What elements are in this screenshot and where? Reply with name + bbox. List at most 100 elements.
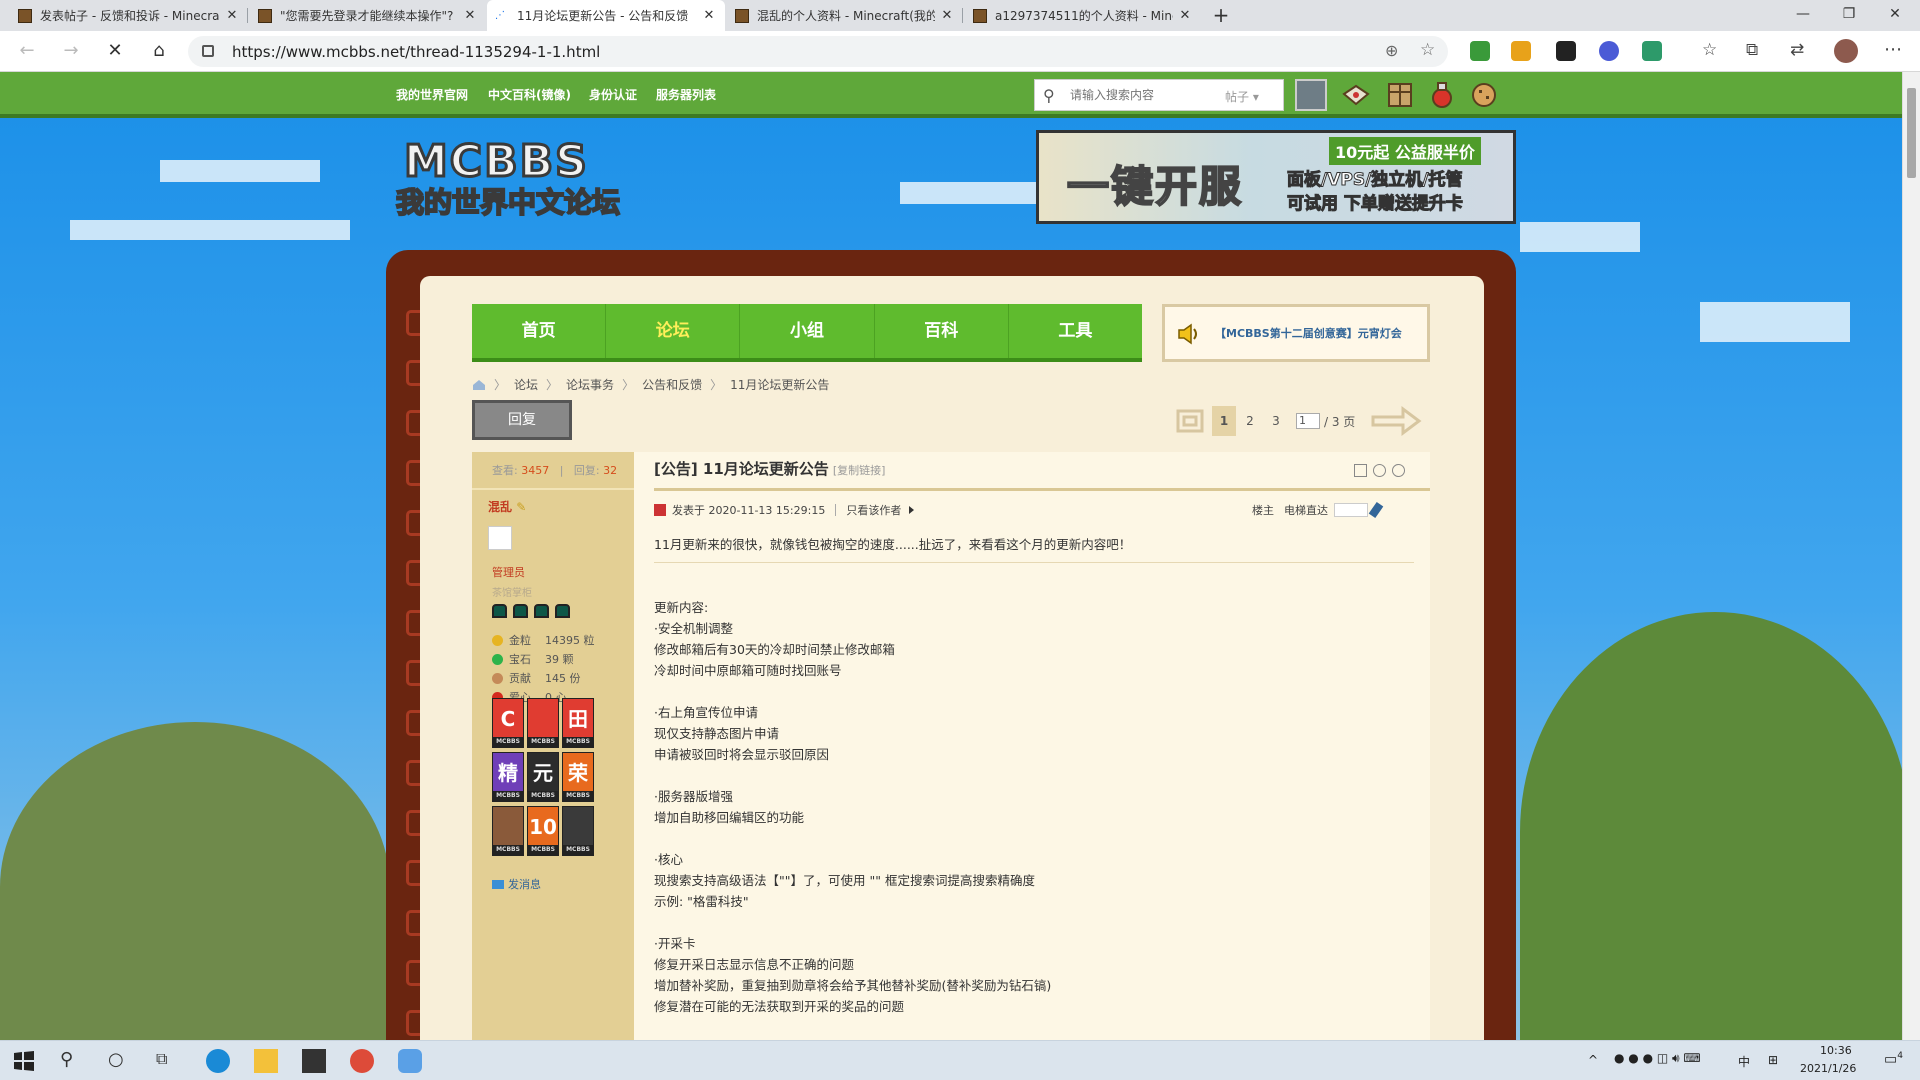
favorite-star-icon[interactable]: ☆	[1420, 40, 1435, 60]
tab-close-icon[interactable]: ✕	[462, 8, 478, 23]
medal-badge[interactable]: 精 MCBBS	[492, 752, 524, 802]
browser-tab-active[interactable]: ⋰ 11月论坛更新公告 - 公告和反馈 ✕	[487, 0, 725, 31]
cortana-icon[interactable]: ○	[108, 1049, 132, 1073]
author-group[interactable]: 管理员	[492, 564, 525, 580]
input-method[interactable]: 中	[1738, 1053, 1750, 1070]
url-bar[interactable]: https://www.mcbbs.net/thread-1135294-1-1…	[188, 36, 1448, 67]
breadcrumb-item[interactable]: 11月论坛更新公告	[730, 376, 829, 393]
medal-badge[interactable]: C MCBBS	[492, 698, 524, 748]
author-name[interactable]: 混乱 ✎	[488, 498, 526, 515]
main-nav-home[interactable]: 首页	[472, 304, 607, 358]
medal-badge[interactable]: 元 MCBBS	[527, 752, 559, 802]
author-avatar[interactable]	[488, 526, 512, 550]
minimize-button[interactable]: —	[1780, 0, 1826, 31]
nav-link[interactable]: 身份认证	[589, 86, 637, 103]
only-author-link[interactable]: 只看该作者	[846, 502, 901, 518]
extension-icon[interactable]	[1511, 41, 1531, 61]
task-view-icon[interactable]: ⧉	[156, 1049, 180, 1073]
medal-badge[interactable]: 荣 MCBBS	[562, 752, 594, 802]
notification-center-icon[interactable]: ▭4	[1884, 1051, 1903, 1068]
prev-thread-icon[interactable]	[1373, 464, 1386, 477]
reply-button[interactable]: 回复	[472, 400, 572, 440]
main-nav-wiki[interactable]: 百科	[875, 304, 1009, 358]
extension-icon[interactable]	[1599, 41, 1619, 61]
app-icon[interactable]	[398, 1049, 422, 1073]
store-icon[interactable]	[302, 1049, 326, 1073]
favorites-icon[interactable]: ☆	[1702, 40, 1717, 60]
file-explorer-icon[interactable]	[254, 1049, 278, 1073]
crafting-table-icon[interactable]	[1384, 80, 1416, 110]
nav-link[interactable]: 服务器列表	[656, 86, 716, 103]
tray-arrow-icon[interactable]: ^	[1588, 1053, 1598, 1067]
windows-start-icon[interactable]	[12, 1049, 36, 1073]
extension-icon[interactable]	[1556, 41, 1576, 61]
ime-mode-icon[interactable]: ⊞	[1768, 1053, 1778, 1067]
close-window-button[interactable]: ✕	[1872, 0, 1918, 31]
add-site-icon[interactable]: ⊕	[1385, 41, 1398, 60]
share-icon[interactable]: ⇄	[1790, 40, 1804, 60]
jump-go-icon[interactable]	[1368, 501, 1384, 519]
extension-icon[interactable]	[1470, 41, 1490, 61]
tab-close-icon[interactable]: ✕	[939, 8, 955, 23]
breadcrumb-item[interactable]: 公告和反馈	[642, 376, 702, 393]
collections-icon[interactable]: ⧉	[1746, 40, 1758, 60]
tray-icons[interactable]: ● ● ● ◫ 🔊︎ ⌨	[1614, 1051, 1701, 1066]
search-button[interactable]	[1295, 79, 1327, 111]
chrome-icon[interactable]	[350, 1049, 374, 1073]
medal-badge[interactable]: 10 MCBBS	[527, 806, 559, 856]
nav-link[interactable]: 中文百科(镜像)	[488, 86, 571, 103]
main-nav-forum[interactable]: 论坛	[606, 304, 741, 358]
cookie-icon[interactable]	[1468, 80, 1500, 110]
page-link-current[interactable]: 1	[1212, 406, 1236, 436]
main-nav-groups[interactable]: 小组	[740, 304, 875, 358]
extension-icon[interactable]	[1642, 41, 1662, 61]
clock-time[interactable]: 10:36	[1820, 1044, 1852, 1057]
ad-banner[interactable]: 一键开服 10元起 公益服半价 面板/VPS/独立机/托管 可试用 下单赠送提升…	[1036, 130, 1516, 224]
map-icon[interactable]	[1340, 80, 1372, 110]
copy-link[interactable]: [复制链接]	[833, 464, 886, 477]
stop-loading-button[interactable]: ✕	[102, 39, 128, 65]
tab-close-icon[interactable]: ✕	[224, 8, 240, 23]
clock-date[interactable]: 2021/1/26	[1800, 1062, 1856, 1075]
tab-close-icon[interactable]: ✕	[701, 8, 717, 23]
lock-icon[interactable]	[202, 45, 214, 57]
floor-jump-input[interactable]	[1334, 503, 1368, 517]
page-link[interactable]: 2	[1238, 406, 1262, 436]
back-button[interactable]: ←	[14, 39, 40, 65]
edge-browser-icon[interactable]	[206, 1049, 230, 1073]
nav-link[interactable]: 我的世界官网	[396, 86, 468, 103]
url-text[interactable]: https://www.mcbbs.net/thread-1135294-1-1…	[232, 43, 600, 61]
scrollbar-thumb[interactable]	[1907, 88, 1916, 178]
search-input[interactable]	[1070, 85, 1250, 105]
caret-right-icon[interactable]	[909, 506, 915, 514]
restore-button[interactable]: ❐	[1826, 0, 1872, 31]
potion-icon[interactable]	[1426, 80, 1458, 110]
home-icon[interactable]	[472, 379, 486, 391]
profile-avatar[interactable]	[1834, 39, 1858, 63]
new-tab-button[interactable]: +	[1209, 4, 1233, 28]
search-type-select[interactable]: 帖子 ▾	[1225, 88, 1259, 105]
home-button[interactable]: ⌂	[146, 39, 172, 65]
main-nav-tools[interactable]: 工具	[1009, 304, 1142, 358]
send-message-link[interactable]: 发消息	[492, 876, 541, 892]
browser-tab[interactable]: a1297374511的个人资料 - Mine ✕	[965, 0, 1201, 31]
back-to-list-icon[interactable]	[1172, 405, 1212, 437]
medal-badge[interactable]: MCBBS	[492, 806, 524, 856]
page-link[interactable]: 3	[1264, 406, 1288, 436]
page-scrollbar[interactable]	[1902, 72, 1920, 1040]
forward-button[interactable]: →	[58, 39, 84, 65]
next-thread-icon[interactable]	[1392, 464, 1405, 477]
more-menu-icon[interactable]: ⋯	[1884, 39, 1902, 60]
search-icon[interactable]: ⚲	[60, 1049, 84, 1073]
announcement-link[interactable]: 【MCBBS第十二届创意赛】元宵灯会	[1215, 325, 1402, 341]
breadcrumb-item[interactable]: 论坛事务	[566, 376, 614, 393]
medal-badge[interactable]: 田 MCBBS	[562, 698, 594, 748]
browser-tab[interactable]: 发表帖子 - 反馈和投诉 - Minecra ✕	[10, 0, 248, 31]
medal-badge[interactable]: MCBBS	[562, 806, 594, 856]
tab-close-icon[interactable]: ✕	[1177, 8, 1193, 23]
next-page-icon[interactable]	[1369, 405, 1423, 437]
mcbbs-logo[interactable]: MCBBS 我的世界中文论坛	[392, 132, 660, 221]
page-jump-input[interactable]: 1	[1296, 413, 1320, 429]
breadcrumb-item[interactable]: 论坛	[514, 376, 538, 393]
medal-badge[interactable]: MCBBS	[527, 698, 559, 748]
